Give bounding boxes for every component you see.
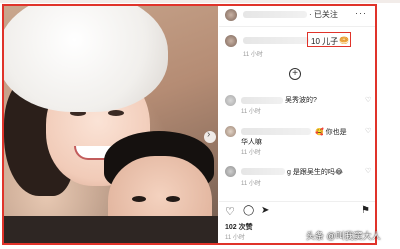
watermark: 头条 @叫我窦大人 [306,231,381,241]
top-strip [0,0,400,3]
screenshot-frame: › · 已关注 ··· 10 儿子 🥯 11 小时 + 吴秀波的? 11 小时 … [0,0,400,249]
highlight-outline [2,4,377,245]
